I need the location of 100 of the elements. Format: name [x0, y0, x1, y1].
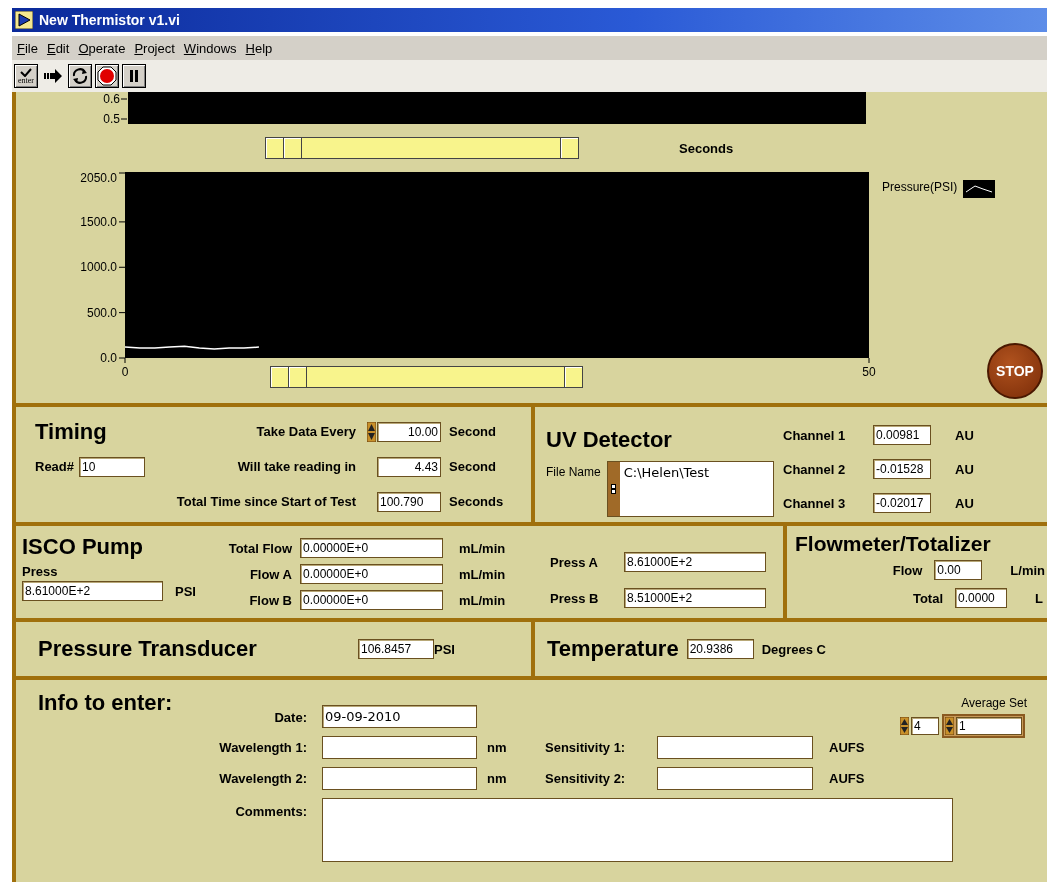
section-title: Temperature	[547, 636, 679, 662]
y-axis	[120, 98, 128, 120]
unit-label: Seconds	[449, 494, 504, 509]
pause-icon	[128, 70, 140, 82]
unit-label: Second	[449, 459, 496, 474]
number-field[interactable]: 10	[79, 456, 146, 477]
section-title: Flowmeter/Totalizer	[795, 532, 992, 556]
spin-arrows[interactable]	[945, 717, 954, 735]
date-field[interactable]: 09-09-2010	[322, 705, 477, 728]
unit-label: nm	[487, 740, 507, 755]
number-field[interactable]: 20.9386	[686, 639, 754, 659]
unit-label: AUFS	[829, 771, 865, 786]
path-field[interactable]: C:\Helen\Test	[606, 461, 774, 517]
checkmark-icon	[19, 67, 33, 77]
menu-item[interactable]: Windows	[180, 40, 243, 56]
field-label: Channel 3	[783, 495, 846, 511]
number-field[interactable]: 0.00981	[873, 425, 931, 445]
field-label: Flow A	[249, 566, 292, 582]
number-field[interactable]: 0.00000E+0	[300, 590, 443, 610]
unit-label: Second	[449, 424, 496, 439]
section-title: UV Detector	[546, 427, 673, 453]
run-continuously-button[interactable]	[68, 64, 92, 88]
number-field[interactable]: 0.0000	[955, 588, 1008, 608]
number-field[interactable]: 106.8457	[358, 639, 434, 659]
menu-item[interactable]: Help	[242, 40, 279, 56]
unit-label: mL/min	[459, 566, 506, 582]
unit-label: L	[1035, 590, 1043, 606]
axis-label: 2050.0	[80, 172, 117, 185]
app-icon	[15, 11, 33, 29]
scrollbar[interactable]	[270, 366, 583, 388]
axis-label: 0	[121, 365, 129, 379]
number-field[interactable]: 4.43	[377, 456, 441, 477]
menu-item[interactable]: Operate	[75, 40, 132, 56]
number-field[interactable]: -0.02017	[873, 493, 931, 513]
field-label: Total Time since Start of Test	[176, 494, 356, 509]
number-field[interactable]: 10.00	[377, 421, 441, 442]
number-field[interactable]: 100.790	[377, 491, 441, 512]
window-title: New Thermistor v1.vi	[39, 12, 180, 28]
stop-button[interactable]: STOP	[987, 343, 1043, 399]
field-label: Press A	[549, 554, 598, 570]
number-field[interactable]: 8.61000E+2	[22, 581, 163, 601]
input-field[interactable]	[657, 767, 813, 790]
enter-button[interactable]: enter	[14, 64, 38, 88]
unit-label: AU	[955, 427, 974, 443]
number-field[interactable]: 8.61000E+2	[624, 552, 766, 572]
unit-label: mL/min	[459, 540, 506, 556]
number-field[interactable]: 0.00000E+0	[300, 564, 443, 584]
circular-arrows-icon	[71, 67, 89, 85]
axis-label: 0.5	[103, 112, 120, 124]
number-field[interactable]: 1	[956, 717, 1022, 735]
axis-label: 1000.0	[80, 260, 117, 275]
section-title: Pressure Transducer	[37, 636, 258, 662]
number-field[interactable]: -0.01528	[873, 459, 931, 479]
field-label: Channel 2	[783, 461, 846, 477]
field-label: Press B	[549, 590, 599, 606]
number-field[interactable]: 0.00000E+0	[300, 538, 443, 558]
unit-label: AUFS	[829, 740, 865, 755]
menu-item[interactable]: File	[14, 40, 44, 56]
menu-item[interactable]: Project	[131, 40, 181, 56]
unit-label: Degrees C	[761, 641, 826, 657]
unit-label: AU	[955, 495, 974, 511]
field-label: Flow	[892, 562, 923, 578]
section-title: Timing	[35, 418, 107, 445]
abort-button[interactable]	[95, 64, 119, 88]
input-field[interactable]	[657, 736, 813, 759]
field-label: Sensitivity 1:	[545, 740, 626, 755]
number-field[interactable]: 4	[911, 717, 939, 735]
pause-button[interactable]	[122, 64, 146, 88]
field-label: File Name	[546, 464, 601, 479]
legend-label: Pressure(PSI)	[882, 180, 958, 194]
unit-label: L/min	[1010, 562, 1045, 578]
spin-arrows[interactable]	[900, 717, 909, 735]
field-label: Total Flow	[228, 540, 292, 556]
field-label: Flow B	[249, 592, 292, 608]
unit-label: PSI	[175, 583, 196, 599]
scrollbar[interactable]	[265, 137, 579, 159]
axis-title: Seconds	[679, 140, 734, 156]
spin-arrows[interactable]	[367, 421, 376, 442]
number-field[interactable]: 0.00	[934, 560, 983, 580]
number-field[interactable]: 8.51000E+2	[624, 588, 766, 608]
axis-label: 500.0	[86, 305, 117, 320]
unit-label: AU	[955, 461, 974, 477]
browse-icon	[610, 484, 617, 494]
field-label: Press	[22, 564, 59, 579]
axis-label: 1500.0	[80, 214, 117, 229]
field-label: Channel 1	[783, 427, 846, 443]
field-label: Will take reading in	[237, 459, 356, 474]
axis-label: 50	[862, 365, 876, 379]
axis-label: 0.0	[100, 351, 117, 365]
input-field[interactable]	[322, 767, 477, 790]
arrow-icon	[43, 68, 63, 84]
field-label: Total	[912, 590, 944, 606]
menu-item[interactable]: Edit	[43, 40, 76, 56]
stop-sign-icon	[97, 66, 117, 86]
field-label: Date:	[274, 710, 307, 727]
field-label: Sensitivity 2:	[545, 771, 626, 786]
section-title: ISCO Pump	[22, 534, 144, 560]
comments-field[interactable]	[322, 798, 953, 862]
axis-label: 0.6	[103, 92, 120, 106]
input-field[interactable]	[322, 736, 477, 759]
